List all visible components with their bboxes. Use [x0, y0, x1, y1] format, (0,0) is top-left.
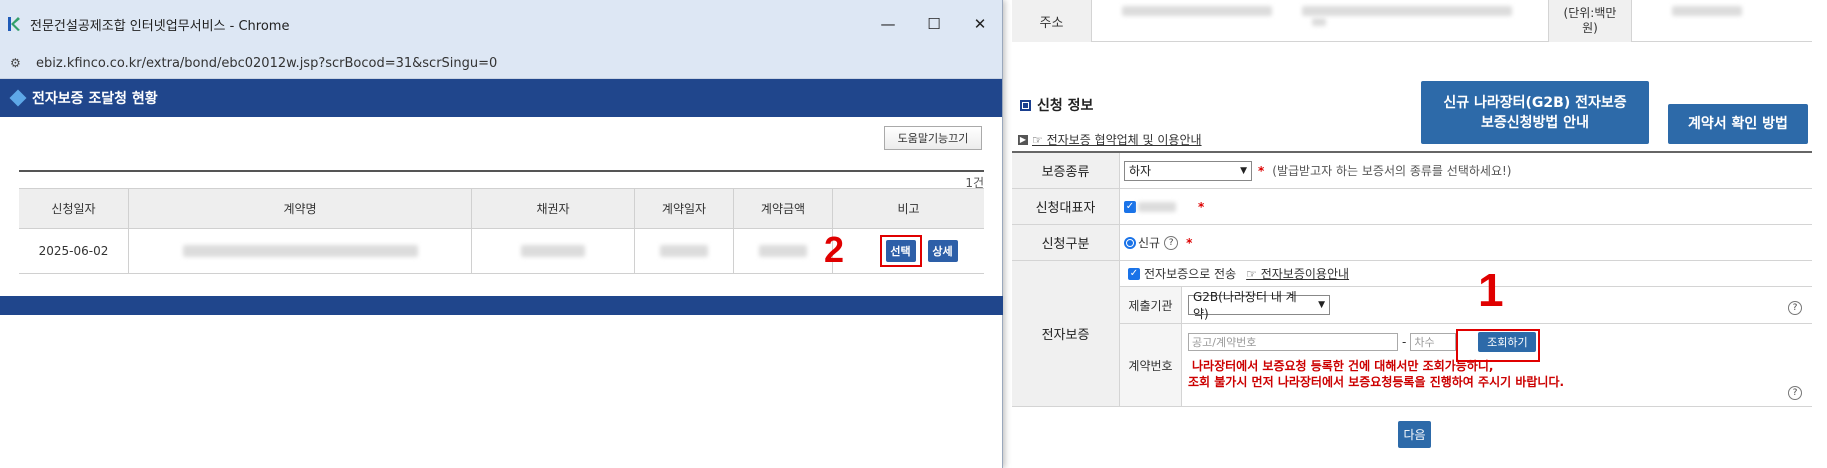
applicant-label: 신청대표자 [1012, 189, 1120, 224]
guide-link[interactable]: ▶ ☞ 전자보증 협약업체 및 이용안내 [1018, 131, 1202, 148]
agency-label: 제출기관 [1120, 287, 1182, 323]
column-header: 계약명 [129, 189, 472, 228]
form-row-category: 신청구분 신규 ? * [1012, 225, 1812, 261]
screen: 주소 (단위:백만 원) 신청 정보 ▶ ☞ 전자보증 협약업체 및 이용안내 … [0, 0, 1827, 468]
window-title: 전문건설공제조합 인터넷업무서비스 - Chrome [30, 18, 290, 34]
category-cell: 신규 ? * [1120, 225, 1812, 260]
form-row-guarantee-type: 보증종류 하자 ▼ * (발급받고자 하는 보증서의 종류를 선택하세요!) [1012, 153, 1812, 189]
required-mark: * [1198, 199, 1205, 214]
creditor-cell [472, 229, 635, 273]
column-header: 계약금액 [734, 189, 833, 228]
form-row-e-guarantee: 전자보증 ✓ 전자보증으로 전송 ☞ 전자보증이용안내 제출기관 G2B(나라장… [1012, 261, 1812, 407]
select-highlight-box: 선택 [879, 235, 922, 267]
column-header: 채권자 [472, 189, 635, 228]
g2b-guide-button[interactable]: 신규 나라장터(G2B) 전자보증 보증신청방법 안내 [1421, 81, 1649, 144]
sequence-input[interactable]: 차수 [1410, 333, 1457, 351]
footer-bar [0, 296, 1003, 315]
column-header: 비고 [897, 202, 920, 216]
warning-line-2: 조회 불가시 먼저 나라장터에서 보증요청등록을 진행하여 주시기 바랍니다. [1188, 375, 1565, 389]
required-mark: * [1186, 235, 1193, 250]
form-row-applicant: 신청대표자 ✓ * [1012, 189, 1812, 225]
send-label: 전자보증으로 전송 [1144, 267, 1237, 281]
diamond-icon [9, 89, 27, 107]
detail-button[interactable]: 상세 [927, 240, 958, 262]
address-bar[interactable]: ⚙ ebiz.kfinco.co.kr/extra/bond/ebc02012w… [0, 48, 1002, 79]
blurred-text [1312, 18, 1326, 26]
contract-date-cell [635, 229, 734, 273]
section-title: 신청 정보 [1020, 95, 1093, 115]
next-button[interactable]: 다음 [1398, 421, 1431, 448]
remarks-cell: 2 선택 상세 [824, 229, 984, 273]
blurred-text [1122, 6, 1272, 16]
page-header: 전자보증 조달청 현황 [0, 79, 1002, 117]
contract-amount-cell [734, 229, 833, 273]
guarantee-type-select[interactable]: 하자 ▼ [1124, 160, 1252, 181]
applicant-cell: ✓ * [1120, 189, 1812, 224]
blurred-text [1138, 201, 1176, 212]
select-button[interactable]: 선택 [885, 240, 916, 262]
window-titlebar: 전문건설공제조합 인터넷업무서비스 - Chrome — ☐ ✕ [0, 0, 1002, 48]
blurred-text [182, 245, 418, 257]
chevron-down-icon: ▼ [1240, 165, 1247, 176]
guide-link-text[interactable]: ☞ 전자보증 협약업체 및 이용안내 [1032, 131, 1202, 148]
section-title-text: 신청 정보 [1037, 98, 1094, 114]
guarantee-type-label: 보증종류 [1012, 153, 1120, 188]
app-logo-icon [6, 16, 20, 32]
site-settings-icon[interactable]: ⚙ [10, 56, 26, 70]
usage-guide-link[interactable]: ☞ 전자보증이용안내 [1246, 265, 1349, 282]
address-row: 주소 (단위:백만 원) [1012, 0, 1812, 42]
applicant-checkbox[interactable]: ✓ [1124, 200, 1136, 213]
contract-check-button[interactable]: 계약서 확인 방법 [1668, 104, 1808, 144]
table-header-row: 신청일자 계약명 채권자 계약일자 계약금액 비고 [19, 189, 984, 229]
minimize-icon[interactable]: — [865, 0, 911, 48]
column-header: 신청일자 [19, 189, 129, 228]
unit-label: (단위:백만 원) [1548, 0, 1632, 42]
blurred-text [1302, 6, 1512, 16]
guarantee-type-cell: 하자 ▼ * (발급받고자 하는 보증서의 종류를 선택하세요!) [1120, 153, 1812, 188]
table-top-gap: 1건 [19, 172, 984, 190]
blurred-text [660, 245, 708, 257]
blurred-text [1672, 6, 1742, 16]
triangle-bullet-icon: ▶ [1018, 134, 1028, 145]
url-text[interactable]: ebiz.kfinco.co.kr/extra/bond/ebc02012w.j… [36, 56, 497, 71]
new-radio[interactable] [1124, 236, 1136, 249]
unit-label-text: (단위:백만 원) [1563, 6, 1617, 35]
chevron-down-icon: ▼ [1318, 300, 1325, 310]
column-header: 계약일자 [635, 189, 734, 228]
square-bullet-icon [1020, 99, 1031, 111]
table-row[interactable]: 2025-06-02 2 선택 상세 [19, 229, 984, 274]
step-2-marker: 2 [824, 229, 845, 270]
help-toggle-button[interactable]: 도움말기능끄기 [884, 126, 982, 150]
popup-window: 전문건설공제조합 인터넷업무서비스 - Chrome — ☐ ✕ ⚙ ebiz.… [0, 0, 1003, 468]
guarantee-type-hint: (발급받고자 하는 보증서의 종류를 선택하세요!) [1272, 164, 1512, 178]
contract-name-cell [129, 229, 472, 273]
application-form: 보증종류 하자 ▼ * (발급받고자 하는 보증서의 종류를 선택하세요!) 신… [1012, 151, 1812, 407]
blurred-text [521, 245, 585, 257]
category-label: 신청구분 [1012, 225, 1120, 260]
step-1-marker: 1 [1478, 264, 1504, 316]
dash-separator: - [1402, 335, 1407, 349]
contract-number-input[interactable]: 공고/계약번호 [1188, 333, 1398, 351]
help-icon[interactable]: ? [1788, 386, 1802, 400]
request-date-cell: 2025-06-02 [19, 229, 129, 273]
e-guarantee-label: 전자보증 [1012, 261, 1120, 406]
send-row: ✓ 전자보증으로 전송 ☞ 전자보증이용안내 [1120, 261, 1812, 287]
new-radio-label: 신규 [1138, 236, 1161, 250]
maximize-icon[interactable]: ☐ [911, 0, 957, 48]
blurred-text [759, 245, 807, 257]
agency-row: 제출기관 G2B(나라장터 내 계약) ▼ ? [1120, 287, 1812, 324]
required-mark: * [1258, 163, 1265, 178]
result-table: 1건 신청일자 계약명 채권자 계약일자 계약금액 비고 2025-06-02 [19, 170, 984, 274]
help-icon[interactable]: ? [1164, 235, 1179, 250]
address-label: 주소 [1012, 0, 1092, 42]
contract-number-label: 계약번호 [1120, 324, 1182, 406]
send-checkbox[interactable]: ✓ [1128, 267, 1140, 280]
close-icon[interactable]: ✕ [957, 0, 1003, 48]
agency-value: G2B(나라장터 내 계약) [1193, 290, 1297, 321]
lookup-highlight-box [1456, 329, 1540, 362]
help-icon[interactable]: ? [1788, 301, 1802, 315]
guarantee-type-value: 하자 [1129, 164, 1152, 178]
page-title: 전자보증 조달청 현황 [32, 91, 158, 107]
agency-select[interactable]: G2B(나라장터 내 계약) ▼ [1188, 290, 1330, 321]
